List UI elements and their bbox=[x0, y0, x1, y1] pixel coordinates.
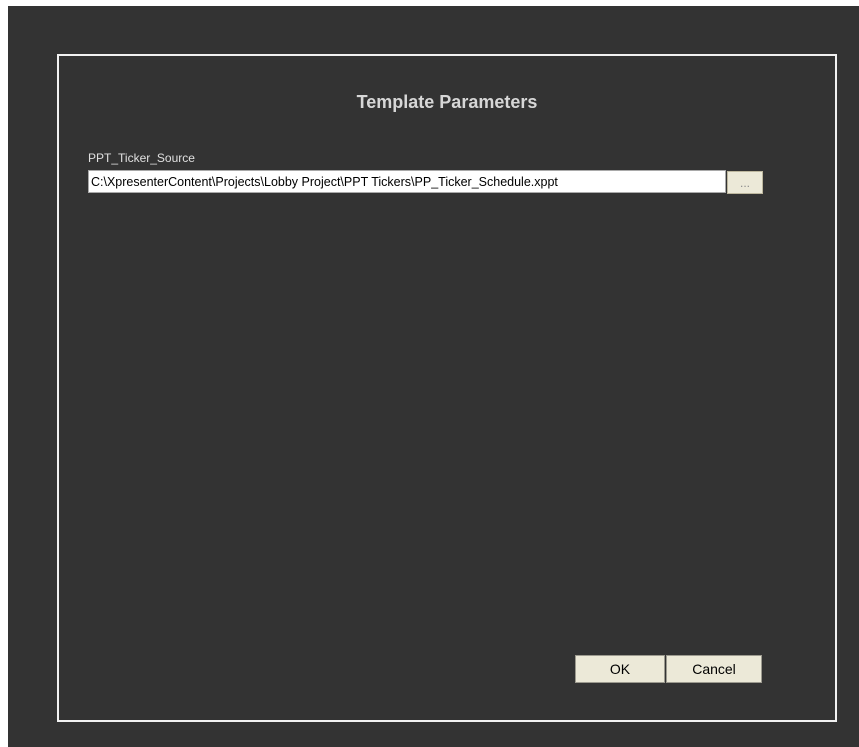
dialog-title: Template Parameters bbox=[356, 92, 538, 112]
app-window: Template Parameters PPT_Ticker_Source ..… bbox=[8, 6, 859, 747]
template-parameters-dialog: Template Parameters PPT_Ticker_Source ..… bbox=[57, 54, 837, 722]
cancel-button[interactable]: Cancel bbox=[666, 655, 762, 683]
ppt-ticker-source-input[interactable] bbox=[88, 170, 726, 193]
ppt-ticker-source-label: PPT_Ticker_Source bbox=[88, 151, 195, 165]
browse-button[interactable]: ... bbox=[727, 171, 763, 194]
ok-button[interactable]: OK bbox=[575, 655, 665, 683]
